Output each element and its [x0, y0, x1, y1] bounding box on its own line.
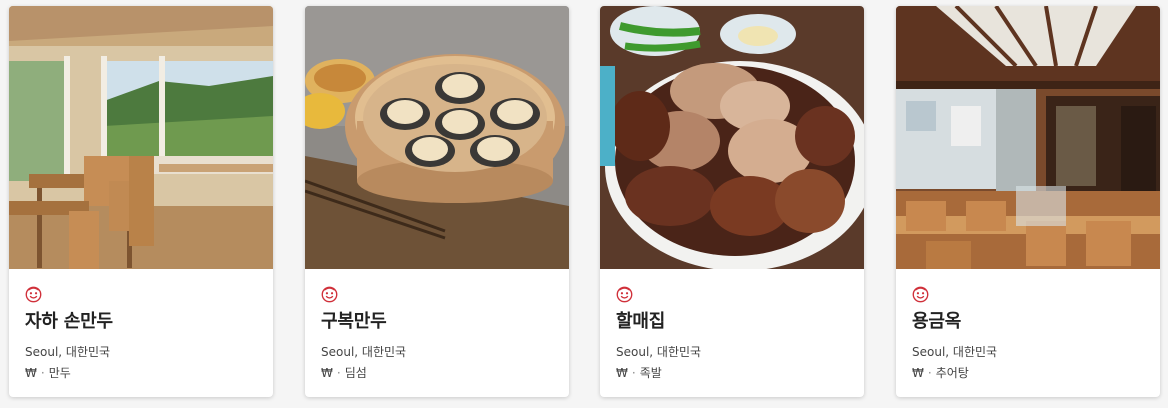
michelin-bib-gourmand-icon	[616, 286, 633, 303]
price-level: ₩	[616, 366, 628, 380]
price-level: ₩	[912, 366, 924, 380]
restaurant-card-grid: 자하 손만두 Seoul, 대한민국 ₩ · 만두 구복만두 Seoul, 대한…	[0, 0, 1168, 408]
michelin-bib-gourmand-icon	[321, 286, 338, 303]
braised-pork-trotters-photo	[600, 6, 864, 269]
restaurant-meta: ₩ · 추어탕	[912, 365, 1144, 381]
price-level: ₩	[25, 366, 37, 380]
restaurant-name[interactable]: 용금옥	[912, 309, 1144, 335]
meta-separator: ·	[927, 366, 932, 380]
restaurant-meta: ₩ · 족발	[616, 365, 848, 381]
restaurant-name[interactable]: 구복만두	[321, 309, 553, 335]
meta-separator: ·	[40, 366, 45, 380]
cuisine-type: 딤섬	[344, 366, 367, 380]
restaurant-card[interactable]: 용금옥 Seoul, 대한민국 ₩ · 추어탕	[896, 6, 1160, 397]
cuisine-type: 만두	[48, 366, 71, 380]
restaurant-name[interactable]: 자하 손만두	[25, 309, 257, 335]
steamed-dumplings-photo	[305, 6, 569, 269]
michelin-bib-gourmand-icon	[912, 286, 929, 303]
restaurant-card[interactable]: 자하 손만두 Seoul, 대한민국 ₩ · 만두	[9, 6, 273, 397]
restaurant-location: Seoul, 대한민국	[912, 345, 998, 359]
restaurant-location: Seoul, 대한민국	[321, 345, 407, 359]
restaurant-location: Seoul, 대한민국	[616, 345, 702, 359]
dining-room-window-view-photo	[9, 6, 273, 269]
restaurant-interior-photo	[896, 6, 1160, 269]
restaurant-card[interactable]: 할매집 Seoul, 대한민국 ₩ · 족발	[600, 6, 864, 397]
michelin-bib-gourmand-icon	[25, 286, 42, 303]
restaurant-photo[interactable]	[896, 6, 1160, 269]
restaurant-card[interactable]: 구복만두 Seoul, 대한민국 ₩ · 딤섬	[305, 6, 569, 397]
meta-separator: ·	[336, 366, 341, 380]
restaurant-name[interactable]: 할매집	[616, 309, 848, 335]
restaurant-photo[interactable]	[305, 6, 569, 269]
restaurant-location: Seoul, 대한민국	[25, 345, 111, 359]
price-level: ₩	[321, 366, 333, 380]
meta-separator: ·	[631, 366, 636, 380]
restaurant-meta: ₩ · 딤섬	[321, 365, 553, 381]
restaurant-meta: ₩ · 만두	[25, 365, 257, 381]
restaurant-photo[interactable]	[600, 6, 864, 269]
restaurant-photo[interactable]	[9, 6, 273, 269]
cuisine-type: 족발	[639, 366, 662, 380]
cuisine-type: 추어탕	[935, 366, 969, 380]
